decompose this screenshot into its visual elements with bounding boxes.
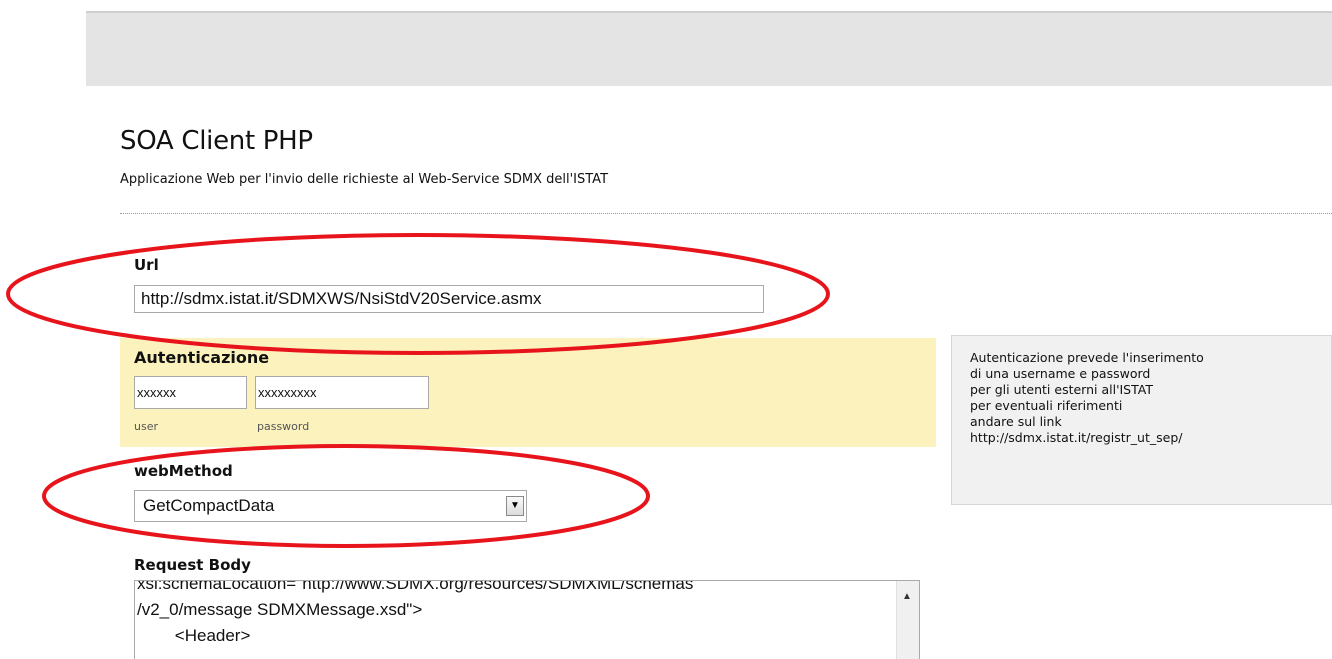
- webmethod-highlight-ellipse: [42, 444, 650, 548]
- url-highlight-ellipse: [6, 233, 830, 355]
- annotation-overlay: [6, 233, 830, 548]
